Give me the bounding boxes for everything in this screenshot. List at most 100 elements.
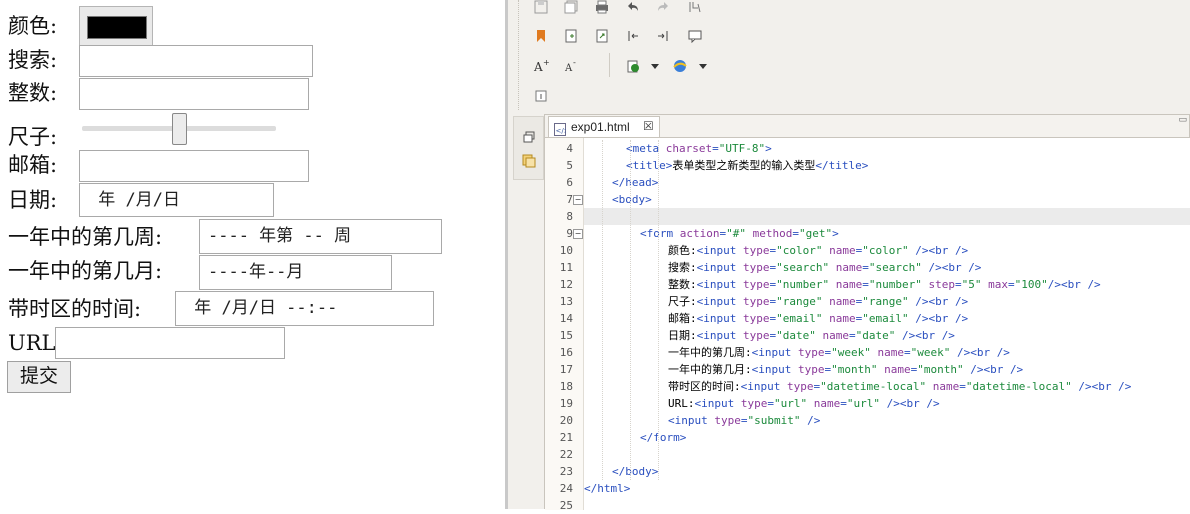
shift-left-icon[interactable] [623, 26, 643, 46]
code-line[interactable]: 一年中的第几周:<input type="week" name="week" /… [584, 344, 1190, 361]
code-line[interactable]: 带时区的时间:<input type="datetime-local" name… [584, 378, 1190, 395]
line-number: 10 [559, 244, 573, 257]
format-icon[interactable] [685, 0, 705, 17]
fold-toggle-icon[interactable]: − [573, 229, 583, 239]
close-icon[interactable]: ☒ [643, 119, 654, 133]
code-token: "get" [799, 227, 833, 240]
code-line[interactable] [584, 208, 1190, 225]
range-thumb[interactable] [172, 113, 187, 145]
month-label: 一年中的第几月: [8, 259, 163, 283]
restore-icon[interactable] [519, 127, 539, 147]
code-line[interactable] [584, 497, 1190, 510]
number-input[interactable] [79, 78, 309, 110]
toolbar-grip [518, 0, 520, 110]
code-token: = [840, 397, 847, 410]
code-token: type [786, 380, 814, 393]
code-line[interactable]: 尺子:<input type="range" name="range" /><b… [584, 293, 1190, 310]
code-line[interactable]: <body> [584, 191, 1190, 208]
search-input[interactable] [79, 45, 313, 77]
code-token: <input [696, 244, 743, 257]
comment-icon[interactable] [685, 26, 705, 46]
code-line[interactable]: <title>表单类型之新类型的输入类型</title> [584, 157, 1190, 174]
line-number: 22 [559, 448, 573, 461]
week-input[interactable]: ---- 年第 -- 周 [199, 219, 442, 254]
code-token: "datetime-local" [965, 380, 1079, 393]
code-line[interactable]: URL:<input type="url" name="url" /><br /… [584, 395, 1190, 412]
files-icon[interactable] [519, 151, 539, 171]
code-line[interactable]: 搜索:<input type="search" name="search" />… [584, 259, 1190, 276]
bookmark-icon[interactable] [531, 26, 551, 46]
minimize-icon[interactable]: ▭ [1178, 115, 1187, 125]
code-token: method [752, 227, 793, 240]
code-token: "100" [1014, 278, 1048, 291]
export-icon[interactable] [592, 26, 612, 46]
code-token: </html> [584, 482, 631, 495]
code-area[interactable]: <meta charset="UTF-8"> <title>表单类型之新类型的输入… [584, 138, 1190, 510]
code-token: = [1007, 278, 1015, 291]
line-number: 25 [559, 499, 573, 512]
code-token: = [712, 142, 719, 155]
font-increase-icon[interactable]: A + [531, 56, 551, 76]
shift-right-icon[interactable] [653, 26, 673, 46]
fold-toggle-icon[interactable]: − [573, 195, 583, 205]
code-token: /><br /> [1078, 380, 1132, 393]
dropdown-icon[interactable] [645, 56, 665, 76]
code-token: type [714, 414, 741, 427]
tab-exp01[interactable]: </> exp01.html ☒ [548, 116, 660, 137]
code-token: = [862, 261, 869, 274]
code-line[interactable]: </head> [584, 174, 1190, 191]
code-token: type [742, 295, 770, 308]
save-icon[interactable] [531, 0, 551, 17]
code-line[interactable]: 一年中的第几月:<input type="month" name="month"… [584, 361, 1190, 378]
save-all-icon[interactable] [561, 0, 581, 17]
submit-button[interactable]: 提交 [7, 361, 71, 393]
info-icon[interactable] [531, 86, 551, 106]
code-token: step [928, 278, 955, 291]
code-line[interactable]: 日期:<input type="date" name="date" /><br … [584, 327, 1190, 344]
code-token: charset [665, 142, 713, 155]
range-slider[interactable] [82, 112, 278, 148]
code-line[interactable]: </form> [584, 429, 1190, 446]
code-token: "color" [862, 244, 916, 257]
undo-icon[interactable] [623, 0, 643, 17]
code-token: type [742, 261, 770, 274]
code-line[interactable]: 邮箱:<input type="email" name="email" /><b… [584, 310, 1190, 327]
svg-text:</>: </> [556, 127, 567, 135]
dropdown-icon[interactable] [693, 56, 713, 76]
code-token: /> [807, 414, 821, 427]
code-token: name [877, 346, 904, 359]
month-input[interactable]: ----年--月 [199, 255, 392, 290]
code-line[interactable]: <form action="#" method="get"> [584, 225, 1190, 242]
toolbar-separator [609, 53, 610, 77]
redo-icon[interactable] [653, 0, 673, 17]
email-input[interactable] [79, 150, 309, 182]
code-line[interactable]: 颜色:<input type="color" name="color" /><b… [584, 242, 1190, 259]
code-token: /><br /> [1047, 278, 1101, 291]
code-token: = [959, 380, 966, 393]
color-picker[interactable] [79, 6, 153, 46]
line-number: 15 [559, 329, 573, 342]
code-token: "week" [910, 346, 957, 359]
browser-icon[interactable] [670, 56, 690, 76]
code-line[interactable] [584, 446, 1190, 463]
line-number: 21 [559, 431, 573, 444]
week-label: 一年中的第几周: [8, 225, 163, 249]
code-line[interactable]: </body> [584, 463, 1190, 480]
code-line[interactable]: </html> [584, 480, 1190, 497]
tab-strip: </> exp01.html ☒ [545, 115, 1189, 138]
datetime-input[interactable]: 年 /月/日 --:-- [175, 291, 434, 326]
run-icon[interactable] [623, 56, 643, 76]
url-input[interactable] [55, 327, 285, 359]
code-token: <input [694, 397, 741, 410]
code-line[interactable]: 整数:<input type="number" name="number" st… [584, 276, 1190, 293]
code-line[interactable]: <meta charset="UTF-8"> [584, 140, 1190, 157]
code-token: name [884, 363, 911, 376]
new-file-icon[interactable] [561, 26, 581, 46]
code-token: > [765, 142, 772, 155]
code-token: 搜索: [668, 261, 697, 274]
code-token: 一年中的第几周: [668, 346, 752, 359]
print-icon[interactable] [592, 0, 612, 17]
date-input[interactable]: 年 /月/日 [79, 183, 274, 217]
code-line[interactable]: <input type="submit" /> [584, 412, 1190, 429]
font-decrease-icon[interactable]: A- [561, 56, 581, 76]
